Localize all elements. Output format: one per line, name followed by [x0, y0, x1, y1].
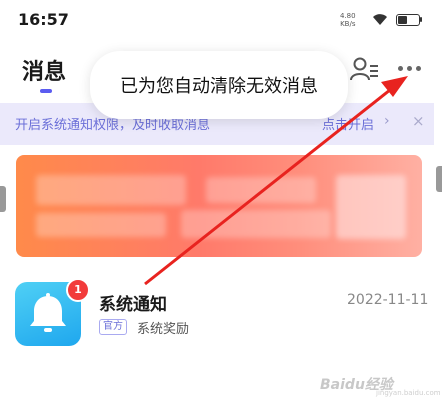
- baidu-watermark-url: jingyan.baidu.com: [376, 389, 441, 397]
- annotation-arrow: [144, 76, 408, 286]
